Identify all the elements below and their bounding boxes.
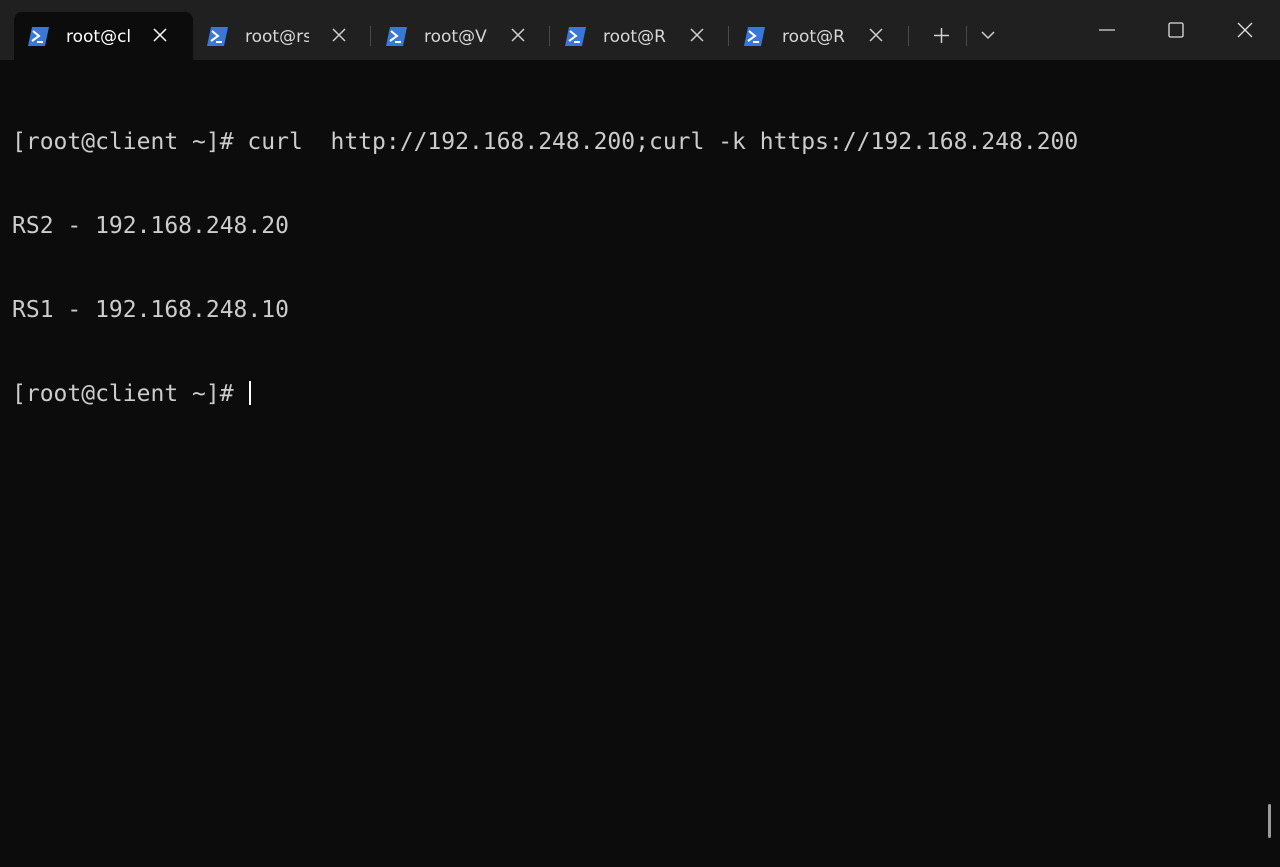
powershell-icon xyxy=(207,27,228,46)
plus-icon[interactable] xyxy=(933,27,950,44)
tab-separator xyxy=(966,26,967,46)
minimize-icon[interactable] xyxy=(1099,29,1115,31)
scrollbar-thumb[interactable] xyxy=(1268,804,1271,838)
tab-title: root@VS xyxy=(424,27,488,47)
tab-title: root@RS xyxy=(782,27,846,47)
terminal-prompt-line: [root@client ~]# xyxy=(12,380,1260,408)
close-icon[interactable] xyxy=(153,28,167,42)
tab-title: root@client xyxy=(66,27,132,47)
powershell-icon xyxy=(565,27,586,46)
text-cursor xyxy=(249,381,252,405)
maximize-icon[interactable] xyxy=(1168,22,1184,38)
chevron-down-icon[interactable] xyxy=(981,31,995,40)
tab-root-rs-3[interactable]: root@RS xyxy=(730,12,909,60)
tab-root-rs-2[interactable]: root@RS xyxy=(551,12,730,60)
close-icon[interactable] xyxy=(690,28,704,42)
powershell-icon xyxy=(386,27,407,46)
title-bar: root@client root@rs root@VS xyxy=(0,0,1280,60)
close-icon[interactable] xyxy=(332,28,346,42)
terminal-line: [root@client ~]# curl http://192.168.248… xyxy=(12,129,1079,155)
powershell-icon xyxy=(744,27,765,46)
window-close-icon[interactable] xyxy=(1237,22,1253,38)
close-icon[interactable] xyxy=(511,28,525,42)
tab-root-rs-1[interactable]: root@rs xyxy=(193,12,372,60)
tab-separator xyxy=(908,26,909,46)
tab-title: root@rs xyxy=(245,27,309,47)
tab-separator xyxy=(549,26,550,46)
tab-title: root@RS xyxy=(603,27,667,47)
terminal-prompt: [root@client ~]# xyxy=(12,381,248,407)
terminal-line: RS1 - 192.168.248.10 xyxy=(12,297,289,323)
tab-root-vs[interactable]: root@VS xyxy=(372,12,551,60)
terminal-output[interactable]: [root@client ~]# curl http://192.168.248… xyxy=(12,72,1260,436)
close-icon[interactable] xyxy=(869,28,883,42)
terminal-line: RS2 - 192.168.248.20 xyxy=(12,213,289,239)
tab-root-client[interactable]: root@client xyxy=(14,12,193,60)
powershell-icon xyxy=(28,27,49,46)
tab-separator xyxy=(370,26,371,46)
tab-separator xyxy=(728,26,729,46)
